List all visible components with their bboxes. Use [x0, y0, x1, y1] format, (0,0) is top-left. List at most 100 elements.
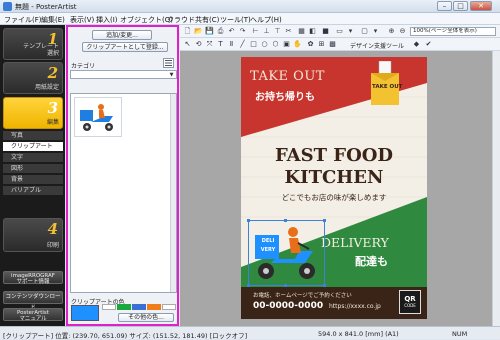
align-center-icon[interactable]: ⊥ — [262, 27, 271, 36]
rotate-icon[interactable]: ⟲ — [194, 40, 203, 49]
step-template[interactable]: 1 テンプレート 選択 — [3, 28, 63, 60]
bag-label: TAKE OUT — [372, 84, 403, 90]
step-label: 編集 — [46, 119, 59, 126]
vertical-text-icon[interactable]: Ⅱ — [227, 40, 236, 49]
subitem-photo[interactable]: 写真 — [3, 131, 63, 141]
menu-file[interactable]: ファイル(F) — [4, 15, 42, 25]
drawing-toolbar: ↖ ⟲ ⤧ T Ⅱ ╱ □ ○ ⬡ ▣ ✋ ✿ ⊞ ▩ デザイン支援ツール ◆ … — [180, 38, 500, 51]
subitem-clipart[interactable]: クリップアート — [3, 142, 63, 152]
zoom-out-icon[interactable]: ⊖ — [398, 27, 407, 36]
step-edit[interactable]: 3 編集 — [3, 97, 63, 129]
step-print[interactable]: 4 印刷 — [3, 218, 63, 252]
front-icon[interactable]: ◧ — [308, 27, 317, 36]
grid-icon[interactable]: ▦ — [297, 27, 306, 36]
step-number: 2 — [47, 64, 58, 82]
chevron-down-icon[interactable]: ▾ — [346, 27, 355, 36]
color-fill-icon[interactable]: ■ — [321, 27, 330, 36]
content-download-button[interactable]: コンテンツダウンロード — [3, 291, 63, 311]
polygon-icon[interactable]: ⬡ — [271, 40, 280, 49]
chevron-down-icon[interactable]: ▾ — [371, 27, 380, 36]
window-title: 無題 - PosterArtist — [15, 3, 77, 11]
menu-tools[interactable]: ツール(T) — [220, 15, 251, 25]
rectangle-icon[interactable]: □ — [249, 40, 258, 49]
move-icon[interactable]: ⤧ — [205, 40, 214, 49]
palette-icon[interactable]: ◆ — [412, 40, 421, 49]
category-dropdown[interactable]: ▼ — [70, 70, 177, 79]
subitem-shape[interactable]: 図形 — [3, 164, 63, 174]
variable-icon[interactable]: ⊞ — [317, 40, 326, 49]
step-label: 印刷 — [46, 242, 59, 249]
subitem-text[interactable]: 文字 — [3, 153, 63, 163]
chevron-down-icon: ▼ — [169, 72, 174, 78]
menu-help[interactable]: ヘルプ(H) — [250, 15, 282, 25]
step-label: テンプレート 選択 — [23, 43, 59, 57]
select-icon[interactable]: ↖ — [183, 40, 192, 49]
check-icon[interactable]: ✔ — [424, 40, 433, 49]
canvas-scrollbar[interactable] — [492, 51, 500, 326]
manual-button[interactable]: PosterArtist マニュアル — [3, 308, 63, 322]
zoom-select[interactable]: 100%(ページ全体を表示) — [410, 27, 496, 36]
menu-insert[interactable]: 挿入(I) — [96, 15, 118, 25]
register-clipart-button[interactable]: クリップアートとして登録... — [82, 42, 168, 52]
menu-cloud-share[interactable]: クラウド共有(C) — [167, 15, 219, 25]
selection-handle[interactable] — [247, 284, 250, 287]
selection-handle[interactable] — [323, 219, 326, 222]
menu-edit[interactable]: 編集(E) — [41, 15, 65, 25]
image-icon[interactable]: ▣ — [282, 40, 291, 49]
selection-handle[interactable] — [323, 284, 326, 287]
selection-handle[interactable] — [284, 284, 287, 287]
menu-view[interactable]: 表示(V) — [70, 15, 94, 25]
clipart-list — [70, 93, 177, 293]
poster-page[interactable]: TAKE OUT お持ち帰りも TAKE OUT FAST FOOD KITCH… — [241, 57, 427, 319]
selection-handle[interactable] — [284, 219, 287, 222]
new-icon[interactable]: 🗋 — [183, 27, 192, 36]
design-support-tool[interactable]: デザイン支援ツール — [350, 41, 404, 50]
status-bar: [クリップアート] 位置: (239.70, 651.09) サイズ: (151… — [0, 326, 500, 340]
takeout-bag-illustration: TAKE OUT — [369, 60, 403, 107]
add-change-button[interactable]: 追加/変更... — [92, 30, 152, 40]
redo-icon[interactable]: ↷ — [238, 27, 247, 36]
color-swatch[interactable] — [162, 304, 176, 310]
step-number: 3 — [47, 99, 58, 117]
save-icon[interactable]: 💾 — [205, 27, 214, 36]
clipart-icon[interactable]: ✿ — [306, 40, 315, 49]
page-icon[interactable]: ▢ — [360, 27, 369, 36]
undo-icon[interactable]: ↶ — [227, 27, 236, 36]
qr-code-icon[interactable]: ▩ — [328, 40, 337, 49]
main-toolbar: 🗋 📂 💾 ⎙ ↶ ↷ ⊢ ⊥ ⊤ ✂ ▦ ◧ ■ ▭ ▾ ▢ ▾ ⊕ ⊖ 10… — [180, 25, 500, 38]
color-swatch[interactable] — [102, 304, 116, 310]
category-list-icon[interactable] — [163, 58, 174, 68]
delivery-bike-clipart[interactable]: DELI VERY — [247, 219, 326, 287]
minimize-button[interactable]: – — [437, 1, 452, 11]
clipart-thumbnail[interactable] — [74, 97, 122, 137]
zoom-in-icon[interactable]: ⊕ — [387, 27, 396, 36]
take-out-japanese: お持ち帰りも — [255, 92, 315, 103]
align-icon[interactable]: ⊢ — [251, 27, 260, 36]
subitem-variable[interactable]: バリアブル — [3, 186, 63, 196]
distribute-icon[interactable]: ⊤ — [273, 27, 282, 36]
color-swatch[interactable] — [147, 304, 161, 310]
color-swatch[interactable] — [117, 304, 131, 310]
step-paper[interactable]: 2 用紙設定 — [3, 62, 63, 94]
cut-icon[interactable]: ✂ — [284, 27, 293, 36]
close-button[interactable]: ✕ — [470, 1, 492, 11]
current-color-swatch[interactable] — [71, 305, 99, 321]
ellipse-icon[interactable]: ○ — [260, 40, 269, 49]
text-icon[interactable]: T — [216, 40, 225, 49]
clipart-scrollbar[interactable] — [170, 94, 176, 292]
layout-icon[interactable]: ▭ — [335, 27, 344, 36]
delivery-heading: DELIVERY — [321, 235, 389, 250]
color-swatch[interactable] — [132, 304, 146, 310]
selection-handle[interactable] — [247, 219, 250, 222]
print-icon[interactable]: ⎙ — [216, 27, 225, 36]
menu-object[interactable]: オブジェクト(O) — [120, 15, 173, 25]
other-colors-button[interactable]: その他の色... — [118, 313, 174, 322]
maximize-button[interactable]: □ — [453, 1, 468, 11]
subitem-background[interactable]: 背景 — [3, 175, 63, 185]
open-icon[interactable]: 📂 — [194, 27, 203, 36]
line-icon[interactable]: ╱ — [238, 40, 247, 49]
support-info-button[interactable]: imageRROGRAF サポート情報 — [3, 271, 63, 285]
step-navigation: 1 テンプレート 選択 2 用紙設定 3 編集 写真 クリップアート 文字 図形… — [0, 25, 65, 326]
qr-sublabel: CODE — [404, 303, 416, 308]
hand-icon[interactable]: ✋ — [293, 40, 302, 49]
